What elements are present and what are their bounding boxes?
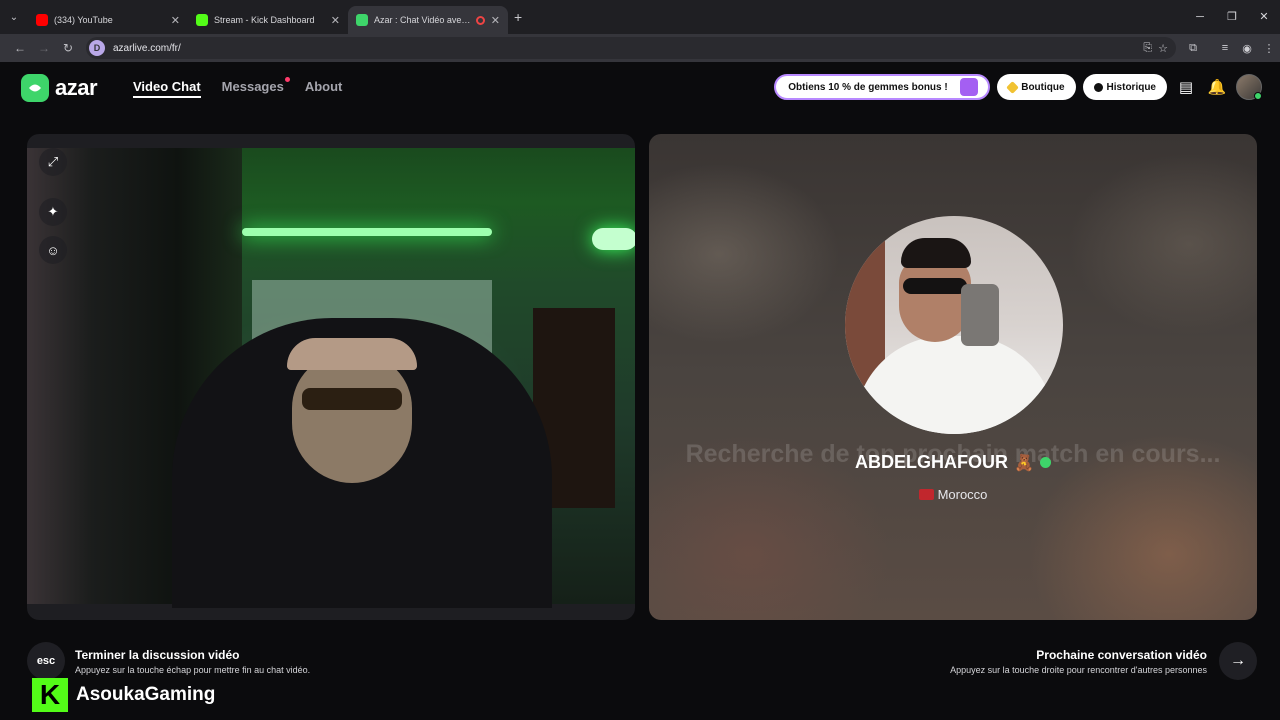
face-mask-icon[interactable]: ☺	[39, 236, 67, 264]
azar-app: azar Video Chat Messages About Obtiens 1…	[0, 62, 1280, 720]
promo-label: Obtiens 10 % de gemmes bonus !	[788, 81, 948, 93]
bell-icon[interactable]: 🔔	[1205, 75, 1229, 99]
promo-button[interactable]: Obtiens 10 % de gemmes bonus !	[774, 74, 991, 100]
stream-overlay: K AsoukaGaming	[32, 678, 222, 712]
camera-tools: ⤢ ✦ ☺	[39, 148, 67, 264]
next-chat-hint: Appuyez sur la touche droite pour rencon…	[950, 664, 1207, 675]
avatar[interactable]	[1236, 74, 1262, 100]
azar-logo[interactable]: azar	[21, 74, 98, 102]
new-tab-icon[interactable]: +	[514, 9, 522, 25]
extensions-icon[interactable]: ⧉	[1182, 42, 1204, 55]
match-name: ABDELGHAFOUR	[855, 452, 1009, 472]
youtube-icon	[36, 14, 48, 26]
match-profile-photo	[845, 216, 1063, 434]
end-chat-title: Terminer la discussion vidéo	[75, 647, 240, 662]
history-label: Historique	[1106, 81, 1156, 93]
browser-tabbar: ⌄ (334) YouTube ✕ Stream - Kick Dashboar…	[0, 0, 1280, 34]
tab-title: Stream - Kick Dashboard	[214, 15, 315, 25]
kick-icon	[196, 14, 208, 26]
magic-wand-icon[interactable]: ✦	[39, 198, 67, 226]
online-status-dot	[1254, 92, 1262, 100]
match-country: Morocco	[649, 487, 1257, 502]
clock-icon	[1093, 82, 1103, 92]
url-field[interactable]: D azarlive.com/fr/ ⎘ ☆	[86, 37, 1176, 59]
expand-icon[interactable]: ⤢	[39, 148, 67, 176]
next-arrow-icon[interactable]: →	[1219, 642, 1257, 680]
verified-badge-icon	[1039, 457, 1051, 468]
main-nav: Video Chat Messages About	[133, 77, 343, 98]
azar-logo-icon	[21, 74, 49, 102]
back-icon[interactable]: ←	[8, 41, 32, 55]
archive-icon[interactable]: ▤	[1174, 75, 1198, 99]
site-info-icon[interactable]: D	[89, 40, 105, 56]
header-actions: Obtiens 10 % de gemmes bonus ! Boutique …	[774, 74, 1262, 100]
bookmark-star-icon[interactable]: ☆	[1158, 42, 1168, 55]
own-camera-feed	[27, 148, 635, 608]
gift-icon	[960, 78, 979, 96]
window-controls: ─ ❐ ✕	[1184, 0, 1280, 34]
profile-icon[interactable]: ◉	[1236, 42, 1258, 55]
end-chat-hint: Appuyez sur la touche échap pour mettre …	[75, 664, 311, 675]
tab-azar[interactable]: Azar : Chat Vidéo avec de n ✕	[348, 6, 508, 34]
minimize-icon[interactable]: ─	[1184, 0, 1216, 34]
address-bar: ← → ↻ D azarlive.com/fr/ ⎘ ☆ ⧉ ≡ ◉ ⋮	[0, 34, 1280, 62]
nav-messages[interactable]: Messages	[221, 77, 290, 98]
logo-text: azar	[55, 75, 98, 100]
match-panel: Recherche de ton prochain match en cours…	[649, 134, 1257, 620]
close-icon[interactable]: ✕	[171, 14, 180, 27]
streamer-name: AsoukaGaming	[76, 684, 216, 705]
history-button[interactable]: Historique	[1082, 74, 1167, 100]
shop-button[interactable]: Boutique	[997, 74, 1076, 100]
reload-icon[interactable]: ↻	[56, 41, 80, 55]
tab-search-icon[interactable]: ⌄	[0, 0, 28, 34]
own-camera-panel: ⤢ ✦ ☺	[27, 134, 635, 620]
forward-icon[interactable]: →	[32, 41, 56, 55]
next-chat-title: Prochaine conversation vidéo	[1036, 647, 1207, 662]
media-icon[interactable]: ≡	[1214, 42, 1236, 54]
close-icon[interactable]: ✕	[331, 14, 340, 27]
tab-title: (334) YouTube	[54, 15, 113, 25]
install-app-icon[interactable]: ⎘	[1143, 42, 1152, 55]
tab-youtube[interactable]: (334) YouTube ✕	[28, 6, 188, 34]
url-text: azarlive.com/fr/	[113, 42, 181, 54]
unread-dot	[284, 77, 290, 82]
close-icon[interactable]: ✕	[491, 14, 500, 27]
nav-about[interactable]: About	[305, 79, 343, 98]
nav-video-chat[interactable]: Video Chat	[133, 79, 201, 98]
teddy-bear-icon: 🧸	[1014, 454, 1034, 472]
recording-icon	[475, 15, 485, 25]
tab-title: Azar : Chat Vidéo avec de n	[374, 15, 472, 25]
country-label: Morocco	[937, 487, 988, 502]
restore-icon[interactable]: ❐	[1216, 0, 1248, 34]
shop-label: Boutique	[1021, 81, 1065, 93]
nav-messages-label: Messages	[221, 79, 284, 94]
azar-icon	[356, 14, 368, 26]
menu-icon[interactable]: ⋮	[1258, 42, 1280, 55]
next-chat-control[interactable]: Prochaine conversation vidéo Appuyez sur…	[950, 642, 1257, 680]
end-chat-control[interactable]: esc Terminer la discussion vidéo Appuyez…	[27, 642, 310, 680]
gem-icon	[1006, 80, 1020, 94]
window-close-icon[interactable]: ✕	[1248, 0, 1280, 34]
match-name-row: ABDELGHAFOUR 🧸	[649, 452, 1257, 473]
tab-kick[interactable]: Stream - Kick Dashboard ✕	[188, 6, 348, 34]
esc-key-button[interactable]: esc	[27, 642, 65, 680]
kick-logo-icon: K	[32, 678, 68, 712]
morocco-flag-icon	[918, 489, 934, 500]
